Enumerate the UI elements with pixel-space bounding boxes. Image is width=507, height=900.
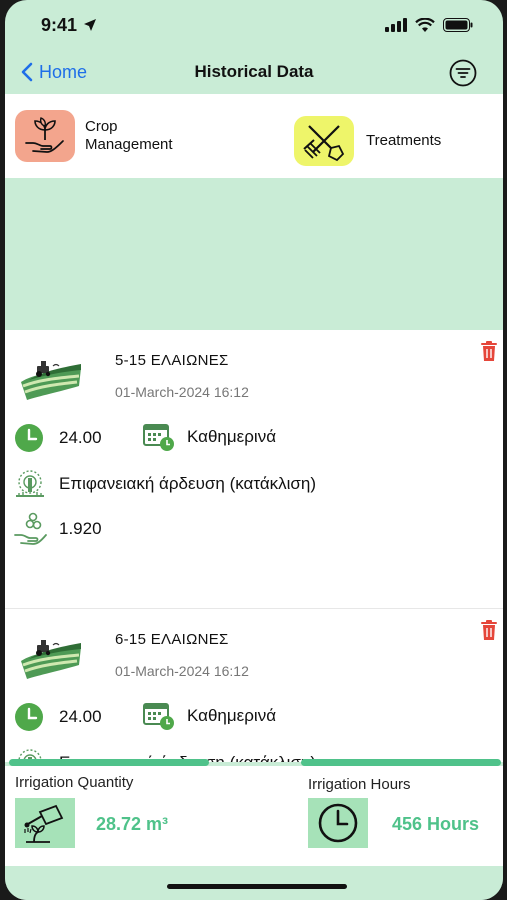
delete-record-button[interactable] (479, 619, 499, 646)
location-arrow-icon (84, 19, 97, 31)
irrigation-quantity-title: Irrigation Quantity (15, 774, 134, 791)
back-button-label: Home (39, 61, 88, 82)
record-card[interactable]: 5-15 ΕΛΑΙΩΝΕΣ 01-March-2024 16:12 24.00 (5, 330, 503, 608)
record-cost: 1.920 (59, 519, 102, 538)
category-treatments-label: Treatments (366, 132, 442, 149)
record-title: 5-15 ΕΛΑΙΩΝΕΣ (115, 352, 229, 369)
clock-icon (15, 703, 43, 731)
records-list[interactable]: 5-15 ΕΛΑΙΩΝΕΣ 01-March-2024 16:12 24.00 (5, 330, 503, 762)
filter-icon (449, 59, 477, 87)
record-date: 01-March-2024 16:12 (115, 663, 249, 679)
calendar-clock-icon (143, 424, 174, 451)
phone-screen: 9:41 Home Historical Data Crop Managemen… (5, 0, 503, 900)
irrigation-quantity-value: 28.72 m³ (96, 814, 169, 834)
category-label-line1: Crop (85, 118, 118, 135)
summary-divider-right (301, 759, 501, 766)
coins-hand-icon (14, 512, 47, 545)
back-button[interactable]: Home (21, 62, 87, 83)
category-label-line2: Management (85, 136, 173, 153)
record-frequency-row: Καθημερινά (143, 701, 276, 731)
trash-icon (481, 620, 497, 640)
category-crop-management[interactable]: Crop Management (15, 110, 173, 162)
record-hours-row: 24.00 (13, 422, 102, 454)
record-hours: 24.00 (59, 707, 102, 726)
clock-icon (15, 424, 43, 452)
summary-panel: Irrigation Quantity 28.72 m³ Irrigation … (5, 766, 503, 866)
crop-hand-icon (15, 110, 75, 162)
category-treatments[interactable]: Treatments (294, 116, 441, 166)
record-frequency: Καθημερινά (187, 427, 277, 446)
tools-icon (294, 116, 354, 166)
status-time: 9:41 (41, 14, 78, 35)
trash-icon (481, 341, 497, 361)
record-cost-row: 1.920 (13, 512, 102, 546)
status-right (385, 17, 473, 33)
summary-divider-left (9, 759, 209, 766)
home-indicator[interactable] (167, 884, 347, 889)
filter-button[interactable] (449, 59, 477, 92)
battery-icon (443, 18, 473, 32)
calendar-clock-icon (143, 703, 174, 730)
record-card[interactable]: 6-15 ΕΛΑΙΩΝΕΣ 01-March-2024 16:12 24.00 (5, 608, 503, 762)
watering-can-icon (15, 798, 75, 848)
empty-green-panel (5, 178, 503, 330)
sprinkler-icon (16, 470, 44, 497)
navigation-bar: Home Historical Data (5, 50, 503, 94)
irrigation-hours-value: 456 Hours (392, 814, 480, 834)
clock-outline-icon (308, 798, 368, 848)
record-frequency: Καθημερινά (187, 706, 277, 725)
record-hours-row: 24.00 (13, 701, 102, 733)
record-hours: 24.00 (59, 428, 102, 447)
irrigation-hours-title: Irrigation Hours (308, 776, 411, 793)
field-tractor-icon (21, 640, 81, 679)
field-tractor-icon (21, 361, 81, 400)
signal-icon (385, 18, 407, 32)
status-bar: 9:41 (5, 0, 503, 50)
status-left: 9:41 (41, 15, 97, 36)
record-method: Επιφανειακή άρδευση (κατάκλιση) (59, 474, 317, 493)
chevron-left-icon (21, 62, 33, 82)
record-title: 6-15 ΕΛΑΙΩΝΕΣ (115, 631, 229, 648)
wifi-icon (415, 17, 435, 32)
bottom-safe-area (5, 866, 503, 900)
delete-record-button[interactable] (479, 340, 499, 367)
category-crop-management-label: Crop Management (85, 118, 173, 154)
record-date: 01-March-2024 16:12 (115, 384, 249, 400)
record-method-row: Επιφανειακή άρδευση (κατάκλιση) (13, 468, 316, 500)
category-strip: Crop Management Treatments (5, 94, 503, 178)
record-frequency-row: Καθημερινά (143, 422, 276, 452)
